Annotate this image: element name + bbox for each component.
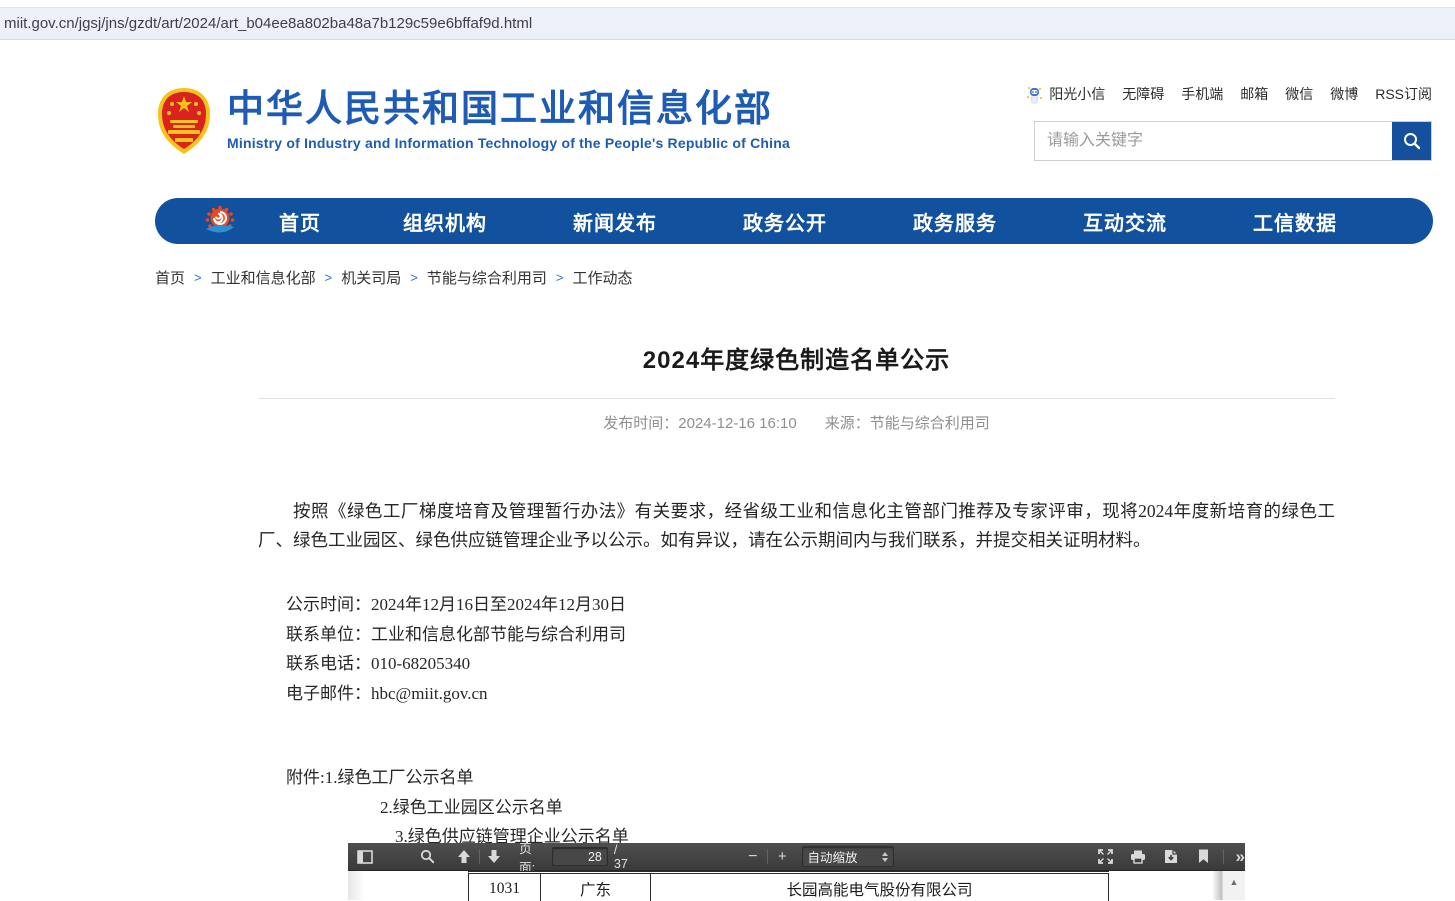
article-paragraph: 按照《绿色工厂梯度培育及管理暂行办法》有关要求，经省级工业和信息化主管部门推荐及… — [258, 497, 1335, 555]
select-spinner-icon — [882, 852, 888, 862]
nav-item-gov-services[interactable]: 政务服务 — [870, 207, 1040, 236]
detail-contact-phone: 联系电话：010-68205340 — [286, 649, 1335, 679]
download-button[interactable] — [1159, 846, 1182, 868]
download-icon — [1164, 849, 1178, 864]
quick-link-mobile[interactable]: 手机端 — [1181, 84, 1223, 104]
nav-item-miit-data[interactable]: 工信数据 — [1210, 207, 1380, 236]
nav-item-organization[interactable]: 组织机构 — [360, 207, 530, 236]
article: 2024年度绿色制造名单公示 发布时间：2024-12-16 16:10 来源：… — [258, 330, 1335, 852]
breadcrumb: 首页 > 工业和信息化部 > 机关司局 > 节能与综合利用司 > 工作动态 — [155, 267, 632, 288]
pdf-page-view: 1031 广东 长园高能电气股份有限公司 ▲ — [348, 871, 1245, 900]
previous-page-button[interactable] — [453, 846, 476, 868]
pdf-scrollbar[interactable]: ▲ — [1222, 871, 1245, 900]
nav-item-home[interactable]: 首页 — [240, 207, 360, 236]
more-tools-button[interactable]: » — [1235, 848, 1244, 865]
page-label: 页面: — [519, 838, 546, 876]
page-down-icon — [487, 849, 501, 864]
site-title: 中华人民共和国工业和信息化部 — [227, 88, 790, 131]
pdf-left-gutter — [348, 871, 364, 900]
magnifier-icon — [420, 849, 435, 864]
row-province-cell: 广东 — [541, 874, 651, 901]
row-id-cell: 1031 — [469, 874, 541, 901]
scroll-up-arrow-icon: ▲ — [1230, 877, 1239, 900]
browser-url-bar[interactable]: miit.gov.cn/jgsj/jns/gzdt/art/2024/art_b… — [0, 7, 1455, 40]
presentation-mode-button[interactable] — [1094, 846, 1117, 868]
printer-icon — [1130, 850, 1146, 864]
contact-details: 公示时间：2024年12月16日至2024年12月30日 联系单位：工业和信息化… — [258, 590, 1335, 708]
site-header: 中华人民共和国工业和信息化部 Ministry of Industry and … — [155, 82, 1432, 172]
nav-items: 首页 组织机构 新闻发布 政务公开 政务服务 互动交流 工信数据 — [240, 198, 1433, 244]
national-emblem-logo — [155, 86, 213, 156]
detail-contact-unit: 联系单位：工业和信息化部节能与综合利用司 — [286, 620, 1335, 650]
quick-link-wechat[interactable]: 微信 — [1285, 84, 1313, 104]
pdf-search-button[interactable] — [417, 846, 440, 868]
sidebar-toggle-icon — [357, 850, 373, 864]
print-button[interactable] — [1127, 846, 1150, 868]
next-page-button[interactable] — [483, 846, 506, 868]
nav-item-interaction[interactable]: 互动交流 — [1040, 207, 1210, 236]
toolbar-separator — [1223, 849, 1224, 864]
breadcrumb-separator: > — [556, 270, 564, 285]
attachment-green-industrial-park[interactable]: 2.绿色工业园区公示名单 — [286, 793, 1335, 823]
toolbar-separator — [479, 849, 480, 864]
publish-time: 发布时间：2024-12-16 16:10 — [603, 412, 796, 433]
breadcrumb-separator: > — [410, 270, 418, 285]
brand-text: 中华人民共和国工业和信息化部 Ministry of Industry and … — [227, 82, 790, 151]
search-input[interactable] — [1035, 122, 1392, 160]
breadcrumb-work-updates[interactable]: 工作动态 — [572, 267, 632, 288]
site-subtitle: Ministry of Industry and Information Tec… — [227, 135, 790, 151]
header-quick-links: 阳光小信 无障碍 手机端 邮箱 微信 微博 RSS订阅 — [1026, 84, 1432, 104]
page-total: / 37 — [614, 843, 634, 871]
title-divider — [258, 398, 1335, 399]
breadcrumb-miit[interactable]: 工业和信息化部 — [211, 267, 316, 288]
zoom-out-button[interactable]: − — [742, 846, 765, 868]
zoom-in-button[interactable]: + — [771, 846, 794, 868]
quick-link-mailbox[interactable]: 邮箱 — [1240, 84, 1268, 104]
quick-link-accessibility[interactable]: 无障碍 — [1122, 84, 1164, 104]
site-brand[interactable]: 中华人民共和国工业和信息化部 Ministry of Industry and … — [155, 82, 790, 156]
attachment-list: 附件:1.绿色工厂公示名单 2.绿色工业园区公示名单 3.绿色供应链管理企业公示… — [258, 763, 1335, 852]
assistant-robot-icon — [1026, 85, 1043, 104]
quick-link-sunshine-assistant[interactable]: 阳光小信 — [1049, 84, 1105, 104]
breadcrumb-departments[interactable]: 机关司局 — [341, 267, 401, 288]
quick-link-rss[interactable]: RSS订阅 — [1375, 84, 1432, 104]
main-nav: 首页 组织机构 新闻发布 政务公开 政务服务 互动交流 工信数据 — [155, 198, 1433, 244]
article-meta: 发布时间：2024-12-16 16:10 来源：节能与综合利用司 — [258, 412, 1335, 433]
article-title: 2024年度绿色制造名单公示 — [258, 330, 1335, 375]
bookmark-icon — [1198, 849, 1209, 864]
row-company-cell: 长园高能电气股份有限公司 — [651, 874, 1109, 901]
detail-contact-email: 电子邮件：hbc@miit.gov.cn — [286, 679, 1335, 709]
breadcrumb-energy-dept[interactable]: 节能与综合利用司 — [427, 267, 547, 288]
bookmark-button[interactable] — [1192, 846, 1215, 868]
page-url: miit.gov.cn/jgsj/jns/gzdt/art/2024/art_b… — [4, 15, 532, 32]
breadcrumb-home[interactable]: 首页 — [155, 267, 185, 288]
pdf-table-row: 1031 广东 长园高能电气股份有限公司 — [468, 871, 1109, 901]
search-button[interactable] — [1392, 122, 1431, 160]
zoom-mode-value: 自动缩放 — [808, 847, 858, 866]
page-number-input[interactable] — [552, 847, 608, 866]
nav-item-news[interactable]: 新闻发布 — [530, 207, 700, 236]
article-source: 来源：节能与综合利用司 — [825, 412, 990, 433]
toolbar-separator — [767, 849, 768, 864]
miit-gear-logo-icon — [203, 205, 237, 237]
detail-publicity-period: 公示时间：2024年12月16日至2024年12月30日 — [286, 590, 1335, 620]
attachment-green-factory[interactable]: 附件:1.绿色工厂公示名单 — [286, 763, 1335, 793]
fullscreen-icon — [1098, 849, 1113, 864]
quick-link-weibo[interactable]: 微博 — [1330, 84, 1358, 104]
site-search-box — [1034, 121, 1432, 161]
page-up-icon — [457, 849, 471, 864]
breadcrumb-separator: > — [325, 270, 333, 285]
search-icon — [1402, 131, 1422, 151]
pdf-viewer: 页面: / 37 − + 自动缩放 — [348, 843, 1245, 899]
breadcrumb-separator: > — [194, 270, 202, 285]
pdf-toolbar: 页面: / 37 − + 自动缩放 — [348, 843, 1245, 871]
nav-item-gov-disclosure[interactable]: 政务公开 — [700, 207, 870, 236]
zoom-mode-select[interactable]: 自动缩放 — [802, 846, 895, 867]
sidebar-toggle-button[interactable] — [354, 846, 377, 868]
